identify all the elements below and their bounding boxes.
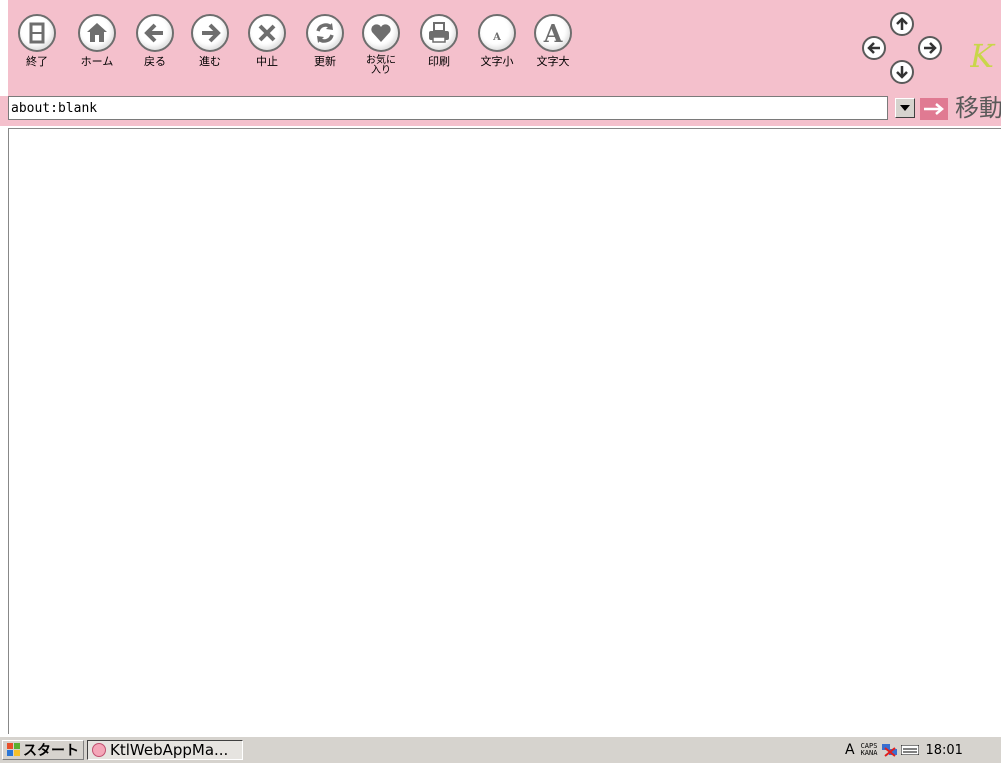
go-button[interactable] <box>920 98 948 120</box>
printer-icon <box>420 14 458 52</box>
url-input[interactable] <box>8 96 888 120</box>
browser-content-area[interactable] <box>8 128 1001 734</box>
svg-text:A: A <box>492 32 501 43</box>
taskbar-app-button[interactable]: KtlWebAppMa... <box>87 740 243 760</box>
svg-text:A: A <box>543 20 563 46</box>
refresh-button[interactable]: 更新 <box>298 14 352 94</box>
text-large-icon: A <box>534 14 572 52</box>
refresh-label: 更新 <box>314 55 336 68</box>
text-large-button[interactable]: A 文字大 <box>526 14 580 94</box>
arrow-left-icon <box>136 14 174 52</box>
home-button[interactable]: ホーム <box>70 14 124 94</box>
windows-logo-icon <box>7 743 20 756</box>
start-button[interactable]: スタート <box>2 740 84 760</box>
text-small-label: 文字小 <box>480 55 514 68</box>
kana-label: KANA <box>860 749 878 757</box>
clock[interactable]: 18:01 <box>925 743 962 758</box>
arrow-left-icon <box>867 42 880 54</box>
exit-label: 終了 <box>26 55 48 68</box>
start-label: スタート <box>23 743 79 759</box>
taskbar-app-label: KtlWebAppMa... <box>110 741 229 759</box>
scroll-up-button[interactable] <box>890 12 914 36</box>
text-small-icon: A <box>478 14 516 52</box>
arrow-up-icon <box>896 17 908 30</box>
ime-indicator[interactable]: A <box>845 742 855 758</box>
arrow-right-icon <box>924 42 937 54</box>
back-label: 戻る <box>144 55 166 68</box>
heart-icon <box>362 14 400 52</box>
favorites-button[interactable]: お気に 入り <box>354 14 408 94</box>
ime-status[interactable]: CAPS KANA <box>861 743 878 757</box>
app-icon <box>92 743 106 757</box>
scroll-right-button[interactable] <box>918 36 942 60</box>
print-label: 印刷 <box>428 55 450 68</box>
toolbar-edge <box>0 0 8 96</box>
go-label[interactable]: 移動 <box>955 94 1001 122</box>
app-logo: K <box>970 37 994 75</box>
refresh-icon <box>306 14 344 52</box>
forward-label: 進む <box>199 55 221 68</box>
system-tray: A CAPS KANA 18:01 <box>845 740 1001 760</box>
stop-label: 中止 <box>256 55 278 68</box>
chevron-down-icon <box>900 105 910 111</box>
arrow-down-icon <box>896 66 908 79</box>
network-disconnected-icon[interactable] <box>881 743 899 757</box>
forward-button[interactable]: 進む <box>183 14 237 94</box>
back-button[interactable]: 戻る <box>128 14 182 94</box>
exit-door-icon <box>18 14 56 52</box>
stop-button[interactable]: 中止 <box>240 14 294 94</box>
exit-button[interactable]: 終了 <box>10 14 64 94</box>
url-dropdown-button[interactable] <box>895 98 915 118</box>
stop-x-icon <box>248 14 286 52</box>
scroll-left-button[interactable] <box>862 36 886 60</box>
browser-toolbar: 終了 ホーム 戻る 進む 中止 更新 お気に 入り 印刷 A 文字小 A 文字大… <box>0 0 1001 96</box>
taskbar: スタート KtlWebAppMa... A CAPS KANA 18:01 <box>0 736 1001 763</box>
address-bar: 移動 <box>0 94 1001 126</box>
text-small-button[interactable]: A 文字小 <box>470 14 524 94</box>
go-arrow-icon <box>924 103 944 115</box>
keyboard-icon[interactable] <box>901 745 920 755</box>
print-button[interactable]: 印刷 <box>412 14 466 94</box>
scroll-down-button[interactable] <box>890 60 914 84</box>
arrow-right-icon <box>191 14 229 52</box>
favorites-label: お気に 入り <box>366 55 396 76</box>
text-large-label: 文字大 <box>536 55 570 68</box>
home-label: ホーム <box>80 55 114 68</box>
home-icon <box>78 14 116 52</box>
